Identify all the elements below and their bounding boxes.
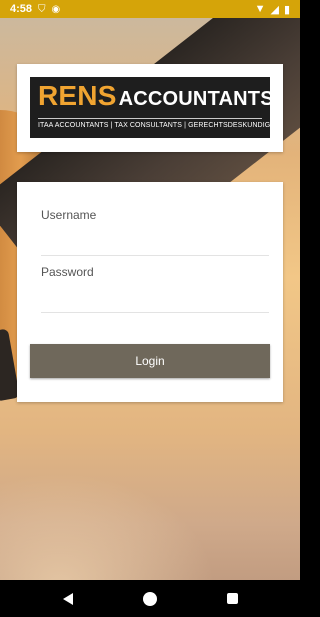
home-icon[interactable] (142, 591, 157, 606)
back-icon[interactable] (62, 592, 73, 605)
login-form: Username Password Login (17, 182, 283, 402)
username-input[interactable] (41, 235, 269, 256)
navigation-bar (0, 580, 300, 617)
status-time: 4:58 (10, 3, 33, 15)
shield-icon: ⛉ (38, 3, 46, 15)
recents-icon[interactable] (226, 593, 238, 604)
username-label: Username (41, 208, 97, 222)
wifi-icon: ▼ (254, 3, 266, 15)
password-input[interactable] (41, 292, 269, 313)
circle-app-icon: ◉ (51, 3, 61, 15)
logo-brand-primary: RENS (38, 80, 117, 111)
company-logo: RENS ACCOUNTANTS ITAA ACCOUNTANTS | TAX C… (30, 77, 276, 138)
login-screen: 4:58 ⛉ ◉ ▼ ◢ ▮ RENS ACCOUNTANTS ITAA ACCO… (0, 0, 300, 617)
password-label: Password (41, 265, 94, 279)
logo-card: RENS ACCOUNTANTS ITAA ACCOUNTANTS | TAX C… (17, 64, 283, 152)
logo-wordmark: RENS ACCOUNTANTS (38, 80, 274, 112)
logo-divider (38, 118, 262, 119)
signal-icon: ◢ (270, 3, 279, 16)
logo-tagline: ITAA ACCOUNTANTS | TAX CONSULTANTS | GER… (38, 122, 276, 129)
battery-icon: ▮ (283, 3, 290, 16)
login-button[interactable]: Login (30, 344, 270, 378)
status-icons: ▼ ◢ ▮ (255, 3, 290, 16)
logo-brand-secondary: ACCOUNTANTS (118, 88, 274, 110)
status-bar: 4:58 ⛉ ◉ ▼ ◢ ▮ (0, 0, 300, 18)
